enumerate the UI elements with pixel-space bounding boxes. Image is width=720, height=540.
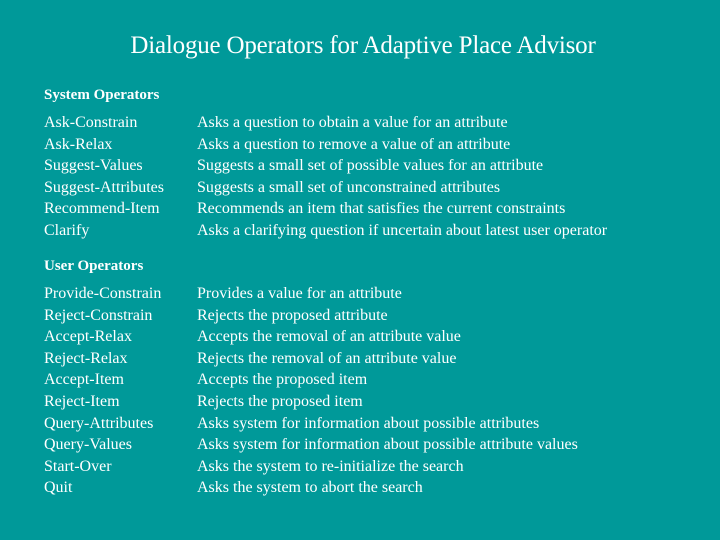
operator-name: Accept-Item [44,371,124,389]
operator-description: Rejects the proposed attribute [197,306,388,324]
table-row: Suggest-Values Suggests a small set of po… [44,155,607,177]
operator-description: Rejects the removal of an attribute valu… [197,349,457,367]
operator-description: Asks the system to abort the search [197,479,423,497]
operator-name: Reject-Item [44,392,120,410]
table-row: Reject-Item Rejects the proposed item [44,391,578,413]
operator-description: Recommends an item that satisfies the cu… [197,200,566,218]
operator-name: Query-Attributes [44,414,154,432]
operator-description: Asks system for information about possib… [197,414,540,432]
table-row: Ask-Constrain Asks a question to obtain a… [44,112,607,134]
operator-name: Accept-Relax [44,328,132,346]
table-row: Reject-Constrain Rejects the proposed att… [44,305,578,327]
operator-name: Query-Values [44,436,132,454]
operator-name: Reject-Constrain [44,306,153,324]
operator-description: Asks the system to re-initialize the sea… [197,457,464,475]
table-row: Query-Attributes Asks system for informat… [44,413,578,435]
table-row: Query-Values Asks system for information … [44,434,578,456]
table-row: Provide-Constrain Provides a value for an… [44,283,578,305]
system-operators-table: Ask-Constrain Asks a question to obtain a… [44,112,607,242]
system-operators-heading: System Operators [44,87,160,103]
operator-name: Suggest-Values [44,157,143,175]
operator-description: Provides a value for an attribute [197,285,402,302]
table-row: Accept-Relax Accepts the removal of an at… [44,326,578,348]
operator-description: Asks system for information about possib… [197,436,578,454]
user-operators-heading: User Operators [44,258,144,274]
table-row: Reject-Relax Rejects the removal of an at… [44,348,578,370]
table-row: Ask-Relax Asks a question to remove a val… [44,134,607,156]
operator-name: Ask-Constrain [44,114,138,131]
table-row: Start-Over Asks the system to re-initiali… [44,456,578,478]
operator-description: Suggests a small set of unconstrained at… [197,178,501,196]
operator-description: Accepts the removal of an attribute valu… [197,328,461,346]
operator-name: Ask-Relax [44,135,113,153]
table-row: Quit Asks the system to abort the search [44,477,578,499]
operator-name: Reject-Relax [44,349,128,367]
operator-description: Asks a question to obtain a value for an… [197,114,508,131]
page-title: Dialogue Operators for Adaptive Place Ad… [130,32,596,59]
operator-name: Suggest-Attributes [44,178,164,196]
operator-description: Asks a question to remove a value of an … [197,135,511,153]
table-row: Suggest-Attributes Suggests a small set o… [44,177,607,199]
user-operators-table: Provide-Constrain Provides a value for an… [44,283,578,499]
table-row: Recommend-Item Recommends an item that sa… [44,198,607,220]
operator-description: Rejects the proposed item [197,392,363,410]
operator-name: Recommend-Item [44,200,160,218]
operator-description: Suggests a small set of possible values … [197,157,544,175]
operator-name: Clarify [44,221,90,239]
operator-description: Asks a clarifying question if uncertain … [197,221,608,239]
operator-name: Provide-Constrain [44,285,162,302]
operator-name: Start-Over [44,457,112,475]
table-row: Accept-Item Accepts the proposed item [44,369,578,391]
table-row: Clarify Asks a clarifying question if unc… [44,220,607,242]
operator-description: Accepts the proposed item [197,371,368,389]
operator-name: Quit [44,479,73,497]
